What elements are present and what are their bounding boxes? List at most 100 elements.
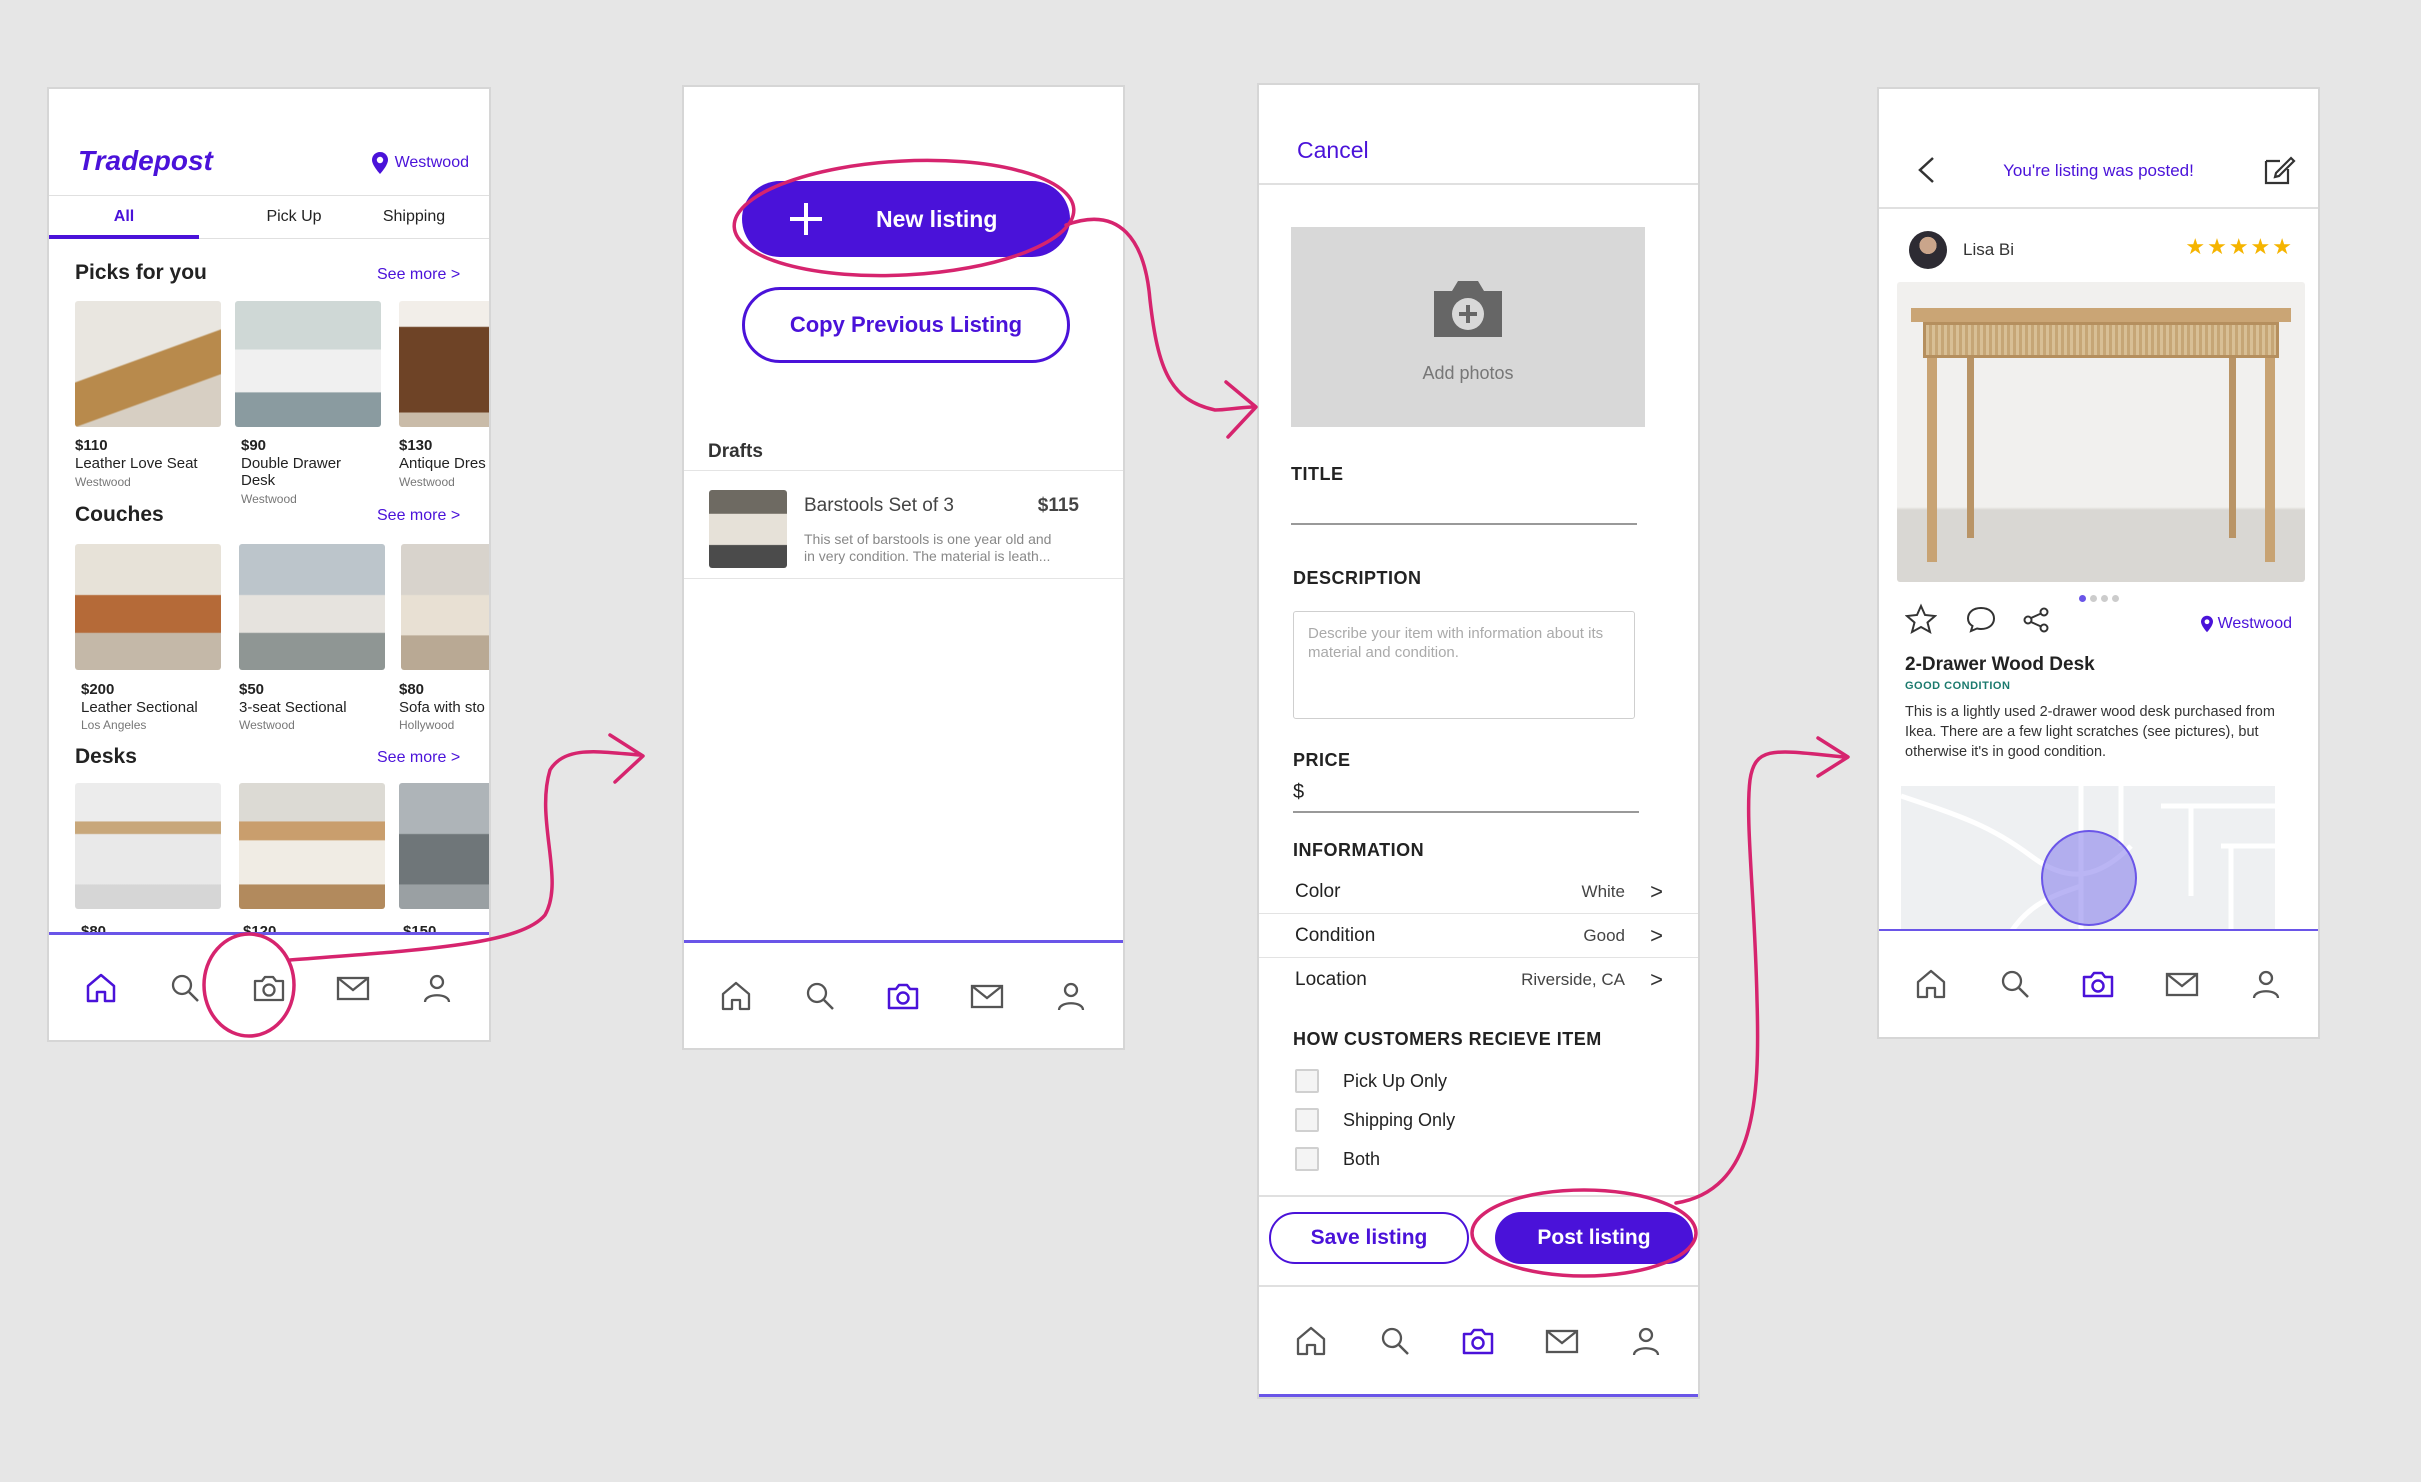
listing-image[interactable] [75, 544, 221, 670]
carousel-dot[interactable] [2101, 595, 2108, 602]
listing-image[interactable] [235, 301, 381, 427]
title-input[interactable] [1291, 487, 1637, 525]
nav-home[interactable] [715, 975, 757, 1017]
listing-image[interactable] [399, 783, 489, 909]
checkbox[interactable] [1295, 1069, 1319, 1093]
listing-name: Leather Sectional [81, 699, 198, 716]
nav-messages[interactable] [332, 967, 374, 1009]
nav-messages[interactable] [1541, 1320, 1583, 1362]
bottom-nav [1259, 1285, 1698, 1397]
see-more-couches[interactable]: See more > [377, 507, 460, 525]
listing-image[interactable] [75, 301, 221, 427]
info-row-color[interactable]: Color White > [1259, 870, 1698, 914]
location-selector[interactable]: Westwood [371, 151, 469, 175]
nav-messages[interactable] [2161, 963, 2203, 1005]
nav-sell[interactable] [1457, 1320, 1499, 1362]
nav-sell[interactable] [248, 967, 290, 1009]
location-label: Westwood [394, 154, 469, 171]
copy-previous-button[interactable]: Copy Previous Listing [742, 287, 1070, 363]
listing-photo[interactable] [1897, 282, 2305, 582]
listing-name: 3-seat Sectional [239, 699, 347, 716]
nav-sell[interactable] [882, 975, 924, 1017]
user-icon [423, 974, 451, 1002]
nav-profile[interactable] [1050, 975, 1092, 1017]
draft-item[interactable]: Barstools Set of 3 $115 This set of bars… [684, 471, 1123, 579]
avatar[interactable] [1909, 231, 1947, 269]
tab-bar: All Pick Up Shipping [49, 195, 489, 239]
description-input[interactable]: Describe your item with information abou… [1293, 611, 1635, 719]
listing-image[interactable] [75, 783, 221, 909]
user-icon [2252, 970, 2280, 999]
nav-sell[interactable] [2077, 963, 2119, 1005]
tab-shipping[interactable]: Shipping [349, 196, 479, 239]
post-listing-button[interactable]: Post listing [1495, 1212, 1693, 1264]
annotation-arrowhead-1 [608, 733, 645, 784]
listing-image[interactable] [401, 544, 489, 670]
tab-all[interactable]: All [49, 196, 199, 239]
option-shipping-only[interactable]: Shipping Only [1295, 1108, 1455, 1132]
image-carousel-dots[interactable] [2079, 595, 2119, 602]
nav-profile[interactable] [2245, 963, 2287, 1005]
camera-icon [888, 983, 919, 1009]
nav-profile[interactable] [1625, 1320, 1667, 1362]
listing-location: Hollywood [399, 718, 455, 732]
nav-search[interactable] [1374, 1320, 1416, 1362]
option-pick-up-only[interactable]: Pick Up Only [1295, 1069, 1447, 1093]
checkbox[interactable] [1295, 1108, 1319, 1132]
listing-price: $130 [399, 437, 433, 454]
bottom-nav [49, 932, 489, 1040]
add-photos-area[interactable]: Add photos [1291, 227, 1645, 427]
mail-icon [1546, 1329, 1579, 1353]
nav-search[interactable] [799, 975, 841, 1017]
comment-icon[interactable] [1965, 603, 1997, 635]
post-listing-label: Post listing [1537, 1226, 1651, 1249]
information-label: INFORMATION [1293, 840, 1425, 860]
nav-home[interactable] [80, 967, 122, 1009]
edit-icon[interactable] [2262, 153, 2296, 187]
listing-image[interactable] [239, 783, 385, 909]
new-listing-button[interactable]: New listing [742, 181, 1070, 257]
search-icon [806, 982, 834, 1010]
location-map[interactable] [1901, 786, 2275, 950]
listing-location[interactable]: Westwood [2200, 615, 2292, 633]
nav-search[interactable] [164, 967, 206, 1009]
share-icon[interactable] [2021, 605, 2051, 635]
cancel-button[interactable]: Cancel [1297, 137, 1369, 164]
camera-icon [2083, 971, 2114, 998]
nav-profile[interactable] [416, 967, 458, 1009]
search-icon [2001, 970, 2029, 998]
price-input[interactable]: $ [1293, 777, 1639, 813]
nav-search[interactable] [1994, 963, 2036, 1005]
info-key: Color [1295, 880, 1341, 902]
seller-name: Lisa Bi [1963, 240, 2015, 259]
desk-leg [1927, 358, 1937, 562]
user-icon [1057, 982, 1085, 1010]
see-more-picks[interactable]: See more > [377, 266, 460, 284]
option-both[interactable]: Both [1295, 1147, 1380, 1171]
star-favorite-icon[interactable] [1905, 603, 1937, 635]
carousel-dot[interactable] [2090, 595, 2097, 602]
listing-price: $90 [241, 437, 267, 454]
checkbox[interactable] [1295, 1147, 1319, 1171]
home-icon [1916, 969, 1946, 999]
listing-image[interactable] [399, 301, 489, 427]
option-label: Pick Up Only [1343, 1070, 1448, 1091]
save-listing-button[interactable]: Save listing [1269, 1212, 1469, 1264]
bottom-nav [1879, 929, 2318, 1037]
see-more-desks[interactable]: See more > [377, 749, 460, 767]
nav-home[interactable] [1290, 1320, 1332, 1362]
carousel-dot[interactable] [2112, 595, 2119, 602]
info-row-condition[interactable]: Condition Good > [1259, 914, 1698, 958]
nav-messages[interactable] [966, 975, 1008, 1017]
carousel-dot-active[interactable] [2079, 595, 2086, 602]
draft-image [709, 490, 787, 568]
section-title-picks: Picks for you [75, 261, 207, 284]
info-value: White [1581, 881, 1625, 901]
nav-home[interactable] [1910, 963, 1952, 1005]
tab-pick-up[interactable]: Pick Up [229, 196, 359, 239]
listing-image[interactable] [239, 544, 385, 670]
info-row-location[interactable]: Location Riverside, CA > [1259, 958, 1698, 1002]
mail-icon [971, 984, 1004, 1008]
description-placeholder: Describe your item with information abou… [1308, 625, 1604, 661]
desk-leg [2265, 358, 2275, 562]
